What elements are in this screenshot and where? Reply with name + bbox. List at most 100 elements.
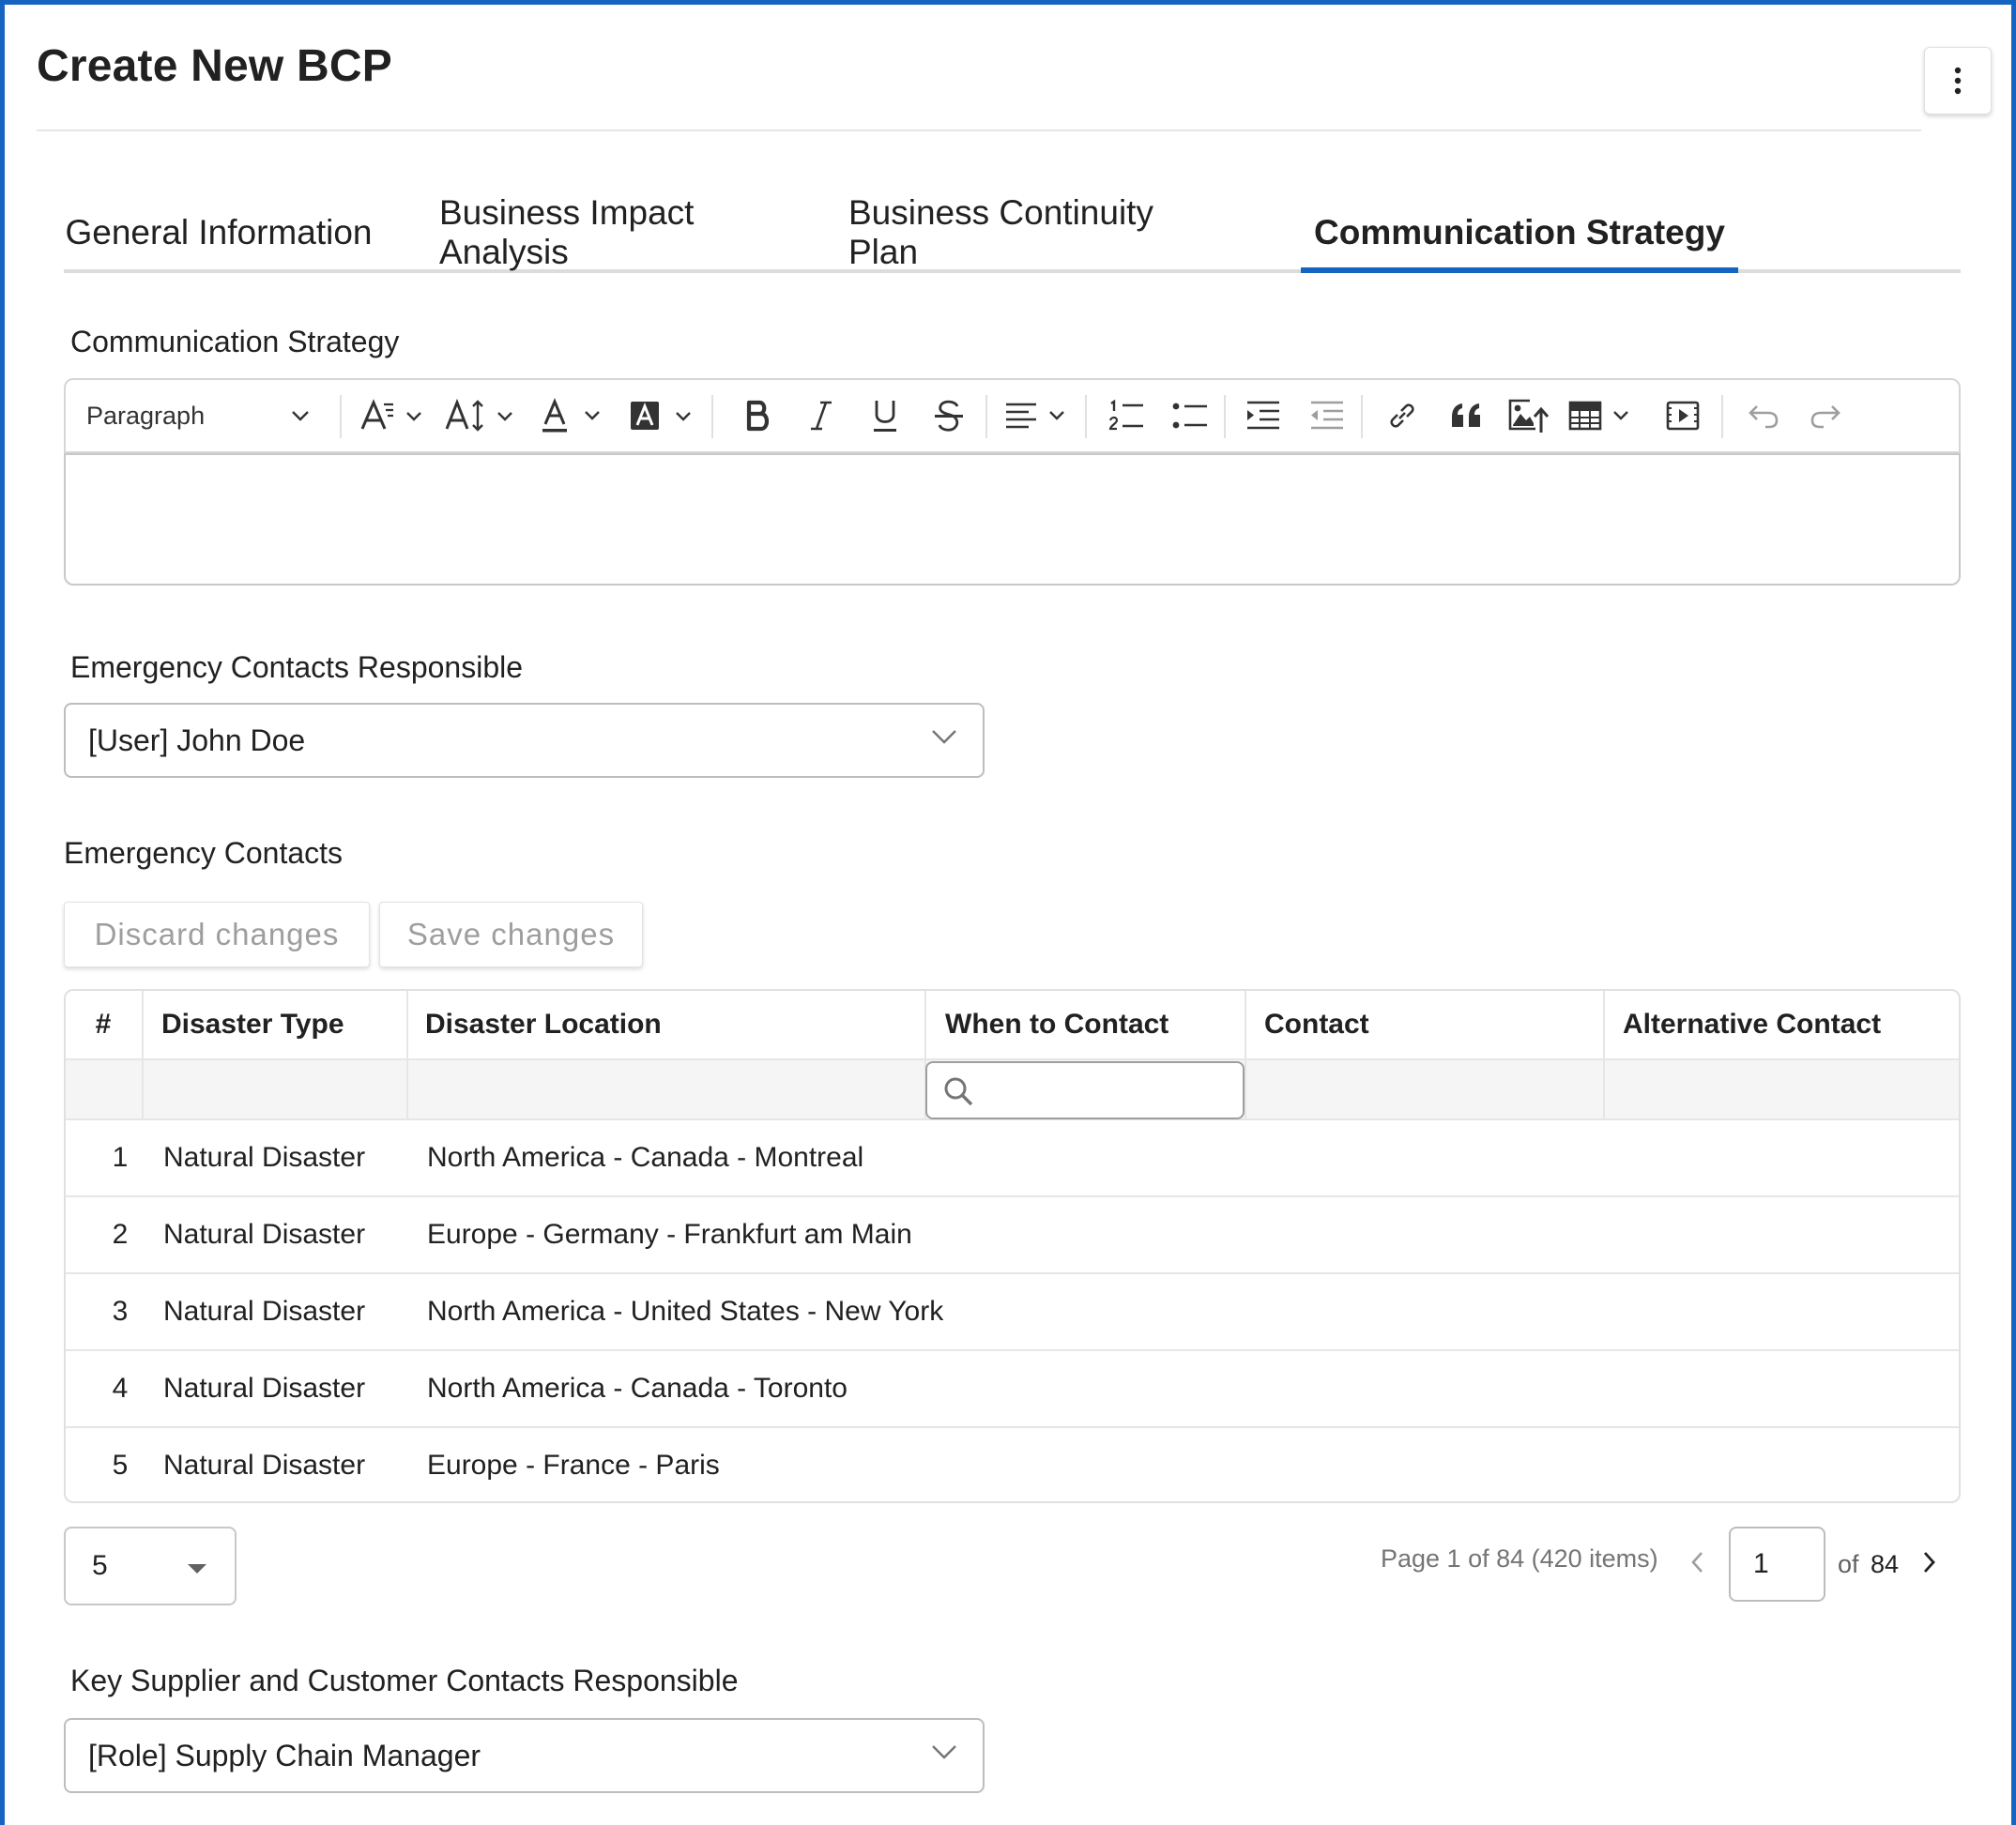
next-page-button[interactable] — [1916, 1544, 1944, 1581]
tab-communication-strategy[interactable]: Communication Strategy — [1301, 192, 1738, 273]
indent-button[interactable] — [1233, 380, 1293, 451]
cell-number: 1 — [112, 1142, 129, 1173]
italic-icon — [811, 401, 832, 431]
align-button[interactable] — [999, 380, 1077, 451]
bold-button[interactable] — [728, 380, 787, 451]
line-height-icon — [445, 398, 512, 432]
font-size-button[interactable] — [355, 380, 430, 451]
insert-image-icon — [1508, 399, 1550, 433]
indent-icon — [1247, 401, 1279, 430]
cell-disaster-location: North America - Canada - Montreal — [427, 1142, 864, 1173]
toolbar-separator — [1085, 395, 1087, 438]
underline-button[interactable] — [856, 380, 914, 451]
tab-general-information[interactable]: General Information — [64, 192, 374, 273]
insert-image-button[interactable] — [1498, 380, 1560, 451]
highlight-color-button[interactable] — [624, 380, 701, 451]
undo-button[interactable] — [1734, 380, 1793, 451]
font-color-button[interactable] — [535, 380, 610, 451]
page-number-input[interactable]: 1 — [1729, 1527, 1825, 1602]
caret-down-icon — [188, 1564, 206, 1574]
column-divider — [142, 991, 144, 1120]
column-header-disaster-type[interactable]: Disaster Type — [161, 991, 415, 1058]
previous-page-button[interactable] — [1683, 1544, 1711, 1581]
key-supplier-contacts-responsible-value: [Role] Supply Chain Manager — [88, 1738, 481, 1772]
chevron-left-icon — [1691, 1552, 1703, 1573]
when-to-contact-filter-input[interactable] — [925, 1061, 1245, 1119]
app-frame: Create New BCP General Information Busin… — [0, 0, 2016, 1825]
tab-label: Communication Strategy — [1314, 213, 1725, 251]
emergency-contacts-responsible-label: Emergency Contacts Responsible — [70, 650, 524, 684]
underline-icon — [874, 401, 896, 432]
link-button[interactable] — [1372, 380, 1432, 451]
search-icon — [944, 1077, 973, 1106]
undo-icon — [1749, 405, 1779, 429]
page-size-select[interactable]: 5 — [64, 1527, 237, 1605]
column-header-when-to-contact[interactable]: When to Contact — [945, 991, 1255, 1058]
cell-disaster-type: Natural Disaster — [163, 1296, 366, 1327]
emergency-contacts-grid: # Disaster Type Disaster Location When t… — [64, 989, 1961, 1503]
communication-strategy-editor[interactable] — [64, 453, 1961, 586]
communication-strategy-label: Communication Strategy — [70, 325, 400, 358]
column-header-contact[interactable]: Contact — [1264, 991, 1611, 1058]
font-size-icon — [360, 399, 421, 430]
outdent-button[interactable] — [1297, 380, 1357, 451]
link-icon — [1390, 403, 1414, 428]
pager-total-pages: 84 — [1871, 1550, 1900, 1578]
numbered-list-button[interactable] — [1096, 380, 1156, 451]
emergency-contacts-label: Emergency Contacts — [64, 836, 344, 870]
key-supplier-contacts-responsible-label: Key Supplier and Customer Contacts Respo… — [70, 1664, 739, 1697]
align-left-icon — [1006, 403, 1064, 429]
line-height-button[interactable] — [441, 380, 522, 451]
column-header-disaster-location[interactable]: Disaster Location — [425, 991, 932, 1058]
paragraph-format-dropdown[interactable]: Paragraph — [86, 380, 330, 451]
cell-disaster-type: Natural Disaster — [163, 1142, 366, 1173]
quote-button[interactable] — [1436, 380, 1496, 451]
strikethrough-icon — [935, 400, 963, 432]
discard-changes-button[interactable]: Discard changes — [64, 902, 370, 967]
header-divider — [37, 129, 1921, 131]
chevron-down-icon — [932, 730, 956, 744]
toolbar-separator — [1361, 395, 1363, 438]
tab-business-continuity-plan[interactable]: Business Continuity Plan — [848, 192, 1219, 273]
column-divider — [1245, 991, 1246, 1120]
table-icon — [1568, 401, 1628, 431]
toolbar-separator — [1721, 395, 1723, 438]
tab-business-impact-analysis[interactable]: Business Impact Analysis — [439, 192, 799, 273]
pager-of-label: of — [1838, 1550, 1859, 1578]
page-size-value: 5 — [92, 1550, 108, 1581]
strikethrough-button[interactable] — [920, 380, 978, 451]
chevron-right-icon — [1923, 1552, 1935, 1573]
emergency-contacts-responsible-select[interactable]: [User] John Doe — [64, 703, 985, 778]
outdent-icon — [1311, 401, 1343, 430]
cell-disaster-type: Natural Disaster — [163, 1373, 366, 1404]
bulleted-list-icon — [1172, 403, 1207, 429]
bold-icon — [746, 400, 770, 432]
numbered-list-icon — [1108, 399, 1143, 431]
media-embed-button[interactable] — [1652, 380, 1714, 451]
table-button[interactable] — [1564, 380, 1641, 451]
tab-bar: General Information Business Impact Anal… — [64, 192, 1961, 273]
redo-button[interactable] — [1796, 380, 1855, 451]
cell-disaster-location: North America - United States - New York — [427, 1296, 944, 1327]
chevron-down-icon — [292, 411, 309, 421]
cell-disaster-location: North America - Canada - Toronto — [427, 1373, 848, 1404]
bulleted-list-button[interactable] — [1160, 380, 1220, 451]
cell-disaster-type: Natural Disaster — [163, 1219, 366, 1250]
cell-disaster-location: Europe - Germany - Frankfurt am Main — [427, 1219, 912, 1250]
column-header-number[interactable]: # — [66, 991, 141, 1058]
table-row[interactable]: 1 Natural Disaster North America - Canad… — [66, 1120, 1959, 1197]
key-supplier-contacts-responsible-select[interactable]: [Role] Supply Chain Manager — [64, 1718, 985, 1793]
font-color-icon — [542, 398, 600, 433]
save-changes-button[interactable]: Save changes — [379, 902, 643, 967]
table-row[interactable]: 5 Natural Disaster Europe - France - Par… — [66, 1428, 1959, 1501]
more-options-button[interactable] — [1924, 47, 1992, 114]
chevron-down-icon — [932, 1745, 956, 1759]
cell-number: 3 — [112, 1296, 129, 1327]
column-header-alternative-contact[interactable]: Alternative Contact — [1623, 991, 1959, 1058]
table-row[interactable]: 2 Natural Disaster Europe - Germany - Fr… — [66, 1197, 1959, 1274]
table-row[interactable]: 4 Natural Disaster North America - Canad… — [66, 1351, 1959, 1428]
italic-button[interactable] — [792, 380, 850, 451]
paragraph-format-value: Paragraph — [86, 401, 206, 430]
table-row[interactable]: 3 Natural Disaster North America - Unite… — [66, 1274, 1959, 1351]
toolbar-separator — [1224, 395, 1226, 438]
